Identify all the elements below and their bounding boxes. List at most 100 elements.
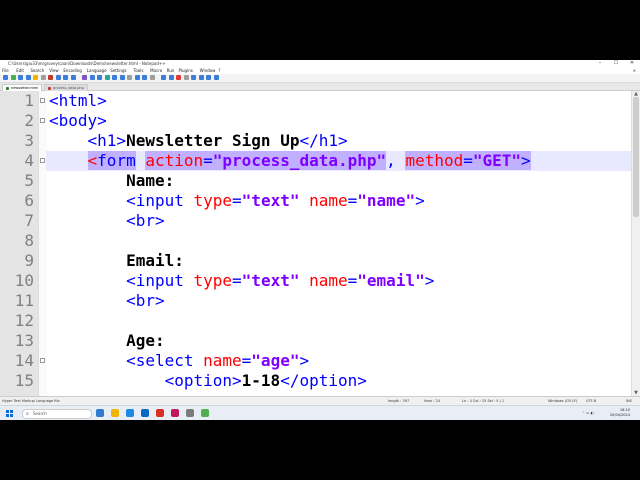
title-bar: C:\Users\giu33\mrgrovey\caan\Downloads\D… xyxy=(0,60,640,67)
code-token: 1-18 xyxy=(241,371,281,390)
menu-item-tools[interactable]: Tools xyxy=(134,67,144,74)
code-text: <br> xyxy=(49,211,165,231)
line-number: 10 xyxy=(14,271,34,290)
toolbar-button-icon[interactable] xyxy=(48,75,53,80)
toolbar-button-icon[interactable] xyxy=(40,75,46,80)
code-token: <h1> xyxy=(87,131,127,150)
toolbar-button-icon[interactable] xyxy=(18,75,23,80)
code-token: Newsletter Sign Up xyxy=(126,131,300,150)
toolbar-button-icon[interactable] xyxy=(161,75,166,80)
toolbar-button-icon[interactable] xyxy=(104,75,110,80)
scrollbar-thumb[interactable] xyxy=(633,97,639,217)
taskbar-app-icon[interactable] xyxy=(201,409,209,417)
toolbar-button-icon[interactable] xyxy=(142,75,147,80)
tab-process-data-php[interactable]: process_data.php xyxy=(44,84,88,91)
menu-item-search[interactable]: Search xyxy=(30,67,44,74)
tab-label: newsletter.html xyxy=(11,86,39,90)
maximize-button[interactable]: ☐ xyxy=(608,60,624,67)
toolbar-button-icon[interactable] xyxy=(25,75,31,80)
toolbar-button-icon[interactable] xyxy=(70,75,76,80)
taskbar-search[interactable]: ⌕ Search xyxy=(22,409,92,419)
code-token: = xyxy=(347,271,358,290)
toolbar-button-icon[interactable] xyxy=(168,75,174,80)
status-encoding[interactable]: UTF-8 xyxy=(586,397,596,405)
toolbar-button-icon[interactable] xyxy=(213,75,219,80)
menu-item-settings[interactable]: Settings xyxy=(110,67,126,74)
toolbar-button-icon[interactable] xyxy=(176,75,181,80)
menu-item-run[interactable]: Run xyxy=(167,67,175,74)
taskbar-app-icon[interactable] xyxy=(126,409,134,417)
code-token: type xyxy=(193,271,233,290)
toolbar-button-icon[interactable] xyxy=(191,75,196,80)
toolbar-button-icon[interactable] xyxy=(127,75,132,80)
menu-item-edit[interactable]: Edit xyxy=(16,67,24,74)
toolbar-button-icon[interactable] xyxy=(206,75,211,80)
fold-toggle-icon[interactable] xyxy=(40,158,45,163)
code-line: 6 <input type="text" name="name"> xyxy=(0,191,640,211)
toolbar-button-icon[interactable] xyxy=(55,75,61,80)
taskbar-app-icon[interactable] xyxy=(96,409,104,417)
toolbar-button-icon[interactable] xyxy=(10,75,16,80)
code-line: 14 <select name="age"> xyxy=(0,351,640,371)
close-button[interactable]: ✕ xyxy=(624,60,640,67)
code-text: <input type="text" name="email"> xyxy=(49,271,434,291)
menu-item-window[interactable]: Window xyxy=(200,67,216,74)
code-token: name xyxy=(309,271,348,290)
toolbar-button-icon[interactable] xyxy=(63,75,68,80)
taskbar-app-icon[interactable] xyxy=(171,409,179,417)
toolbar-button-icon[interactable] xyxy=(149,75,155,80)
toolbar-button-icon[interactable] xyxy=(198,75,204,80)
windows-start-icon[interactable] xyxy=(6,410,13,417)
code-editor[interactable]: 1 <html> 2 <body> 3 <h1>Newsletter Sign Up</… xyxy=(0,91,640,396)
code-text: <option>1-18</option> xyxy=(49,371,367,391)
status-eol[interactable]: Windows (CR LF) xyxy=(548,397,577,405)
toolbar-button-icon[interactable] xyxy=(119,75,125,80)
taskbar-app-icon[interactable] xyxy=(186,409,194,417)
taskbar-app-icon[interactable] xyxy=(111,409,119,417)
fold-toggle-icon[interactable] xyxy=(40,118,45,123)
toolbar-button-icon[interactable] xyxy=(3,75,8,80)
line-number: 5 xyxy=(24,171,34,190)
minimize-button[interactable]: – xyxy=(592,60,608,67)
toolbar-button-icon[interactable] xyxy=(183,75,189,80)
code-text: <form action="process_data.php", method=… xyxy=(49,151,531,171)
menu-item-encoding[interactable]: Encoding xyxy=(63,67,81,74)
menu-item-macro[interactable]: Macro xyxy=(150,67,162,74)
menu-item-language[interactable]: Language xyxy=(87,67,107,74)
toolbar-button-icon[interactable] xyxy=(82,75,87,80)
code-token: = xyxy=(232,271,242,290)
toolbar-button-icon[interactable] xyxy=(134,75,140,80)
toolbar-button-icon[interactable] xyxy=(112,75,117,80)
code-line: 2 <body> xyxy=(0,111,640,131)
toolbar-button-icon[interactable] xyxy=(33,75,38,80)
menu-item-help[interactable]: ? xyxy=(218,67,220,74)
toolbar-button-icon[interactable] xyxy=(97,75,102,80)
code-line: 7 <br> xyxy=(0,211,640,231)
taskbar-app-icon[interactable] xyxy=(141,409,149,417)
tab-newsletter-html[interactable]: newsletter.html xyxy=(2,84,43,91)
menu-item-view[interactable]: View xyxy=(49,67,59,74)
close-document-icon[interactable]: ✕ xyxy=(633,67,636,74)
code-token: <html> xyxy=(49,91,107,110)
code-token: "text" xyxy=(241,191,300,210)
code-token: "text" xyxy=(241,271,300,290)
menu-item-plugins[interactable]: Plugins xyxy=(179,67,193,74)
code-token: "age" xyxy=(251,351,300,370)
toolbar-button-icon[interactable] xyxy=(89,75,95,80)
code-line: 13 Age: xyxy=(0,331,640,351)
fold-toggle-icon[interactable] xyxy=(40,98,45,103)
code-token: </h1> xyxy=(299,131,348,150)
code-token: <br> xyxy=(126,211,165,230)
tray-icons[interactable]: ⌃ ▭ ◖) xyxy=(582,406,594,420)
vertical-scrollbar[interactable]: ▲ ▼ xyxy=(631,91,640,396)
taskbar-app-icon[interactable] xyxy=(156,409,164,417)
code-token: <input xyxy=(126,191,194,210)
clock[interactable]: 16:10 20/04/2024 xyxy=(610,408,630,418)
fold-toggle-icon[interactable] xyxy=(40,358,45,363)
code-token: = xyxy=(203,151,213,170)
menu-item-file[interactable]: File xyxy=(2,67,9,74)
code-text: <html> xyxy=(49,91,107,111)
status-length: length : 397 xyxy=(388,399,410,403)
code-token: "process_data.php" xyxy=(212,151,387,170)
